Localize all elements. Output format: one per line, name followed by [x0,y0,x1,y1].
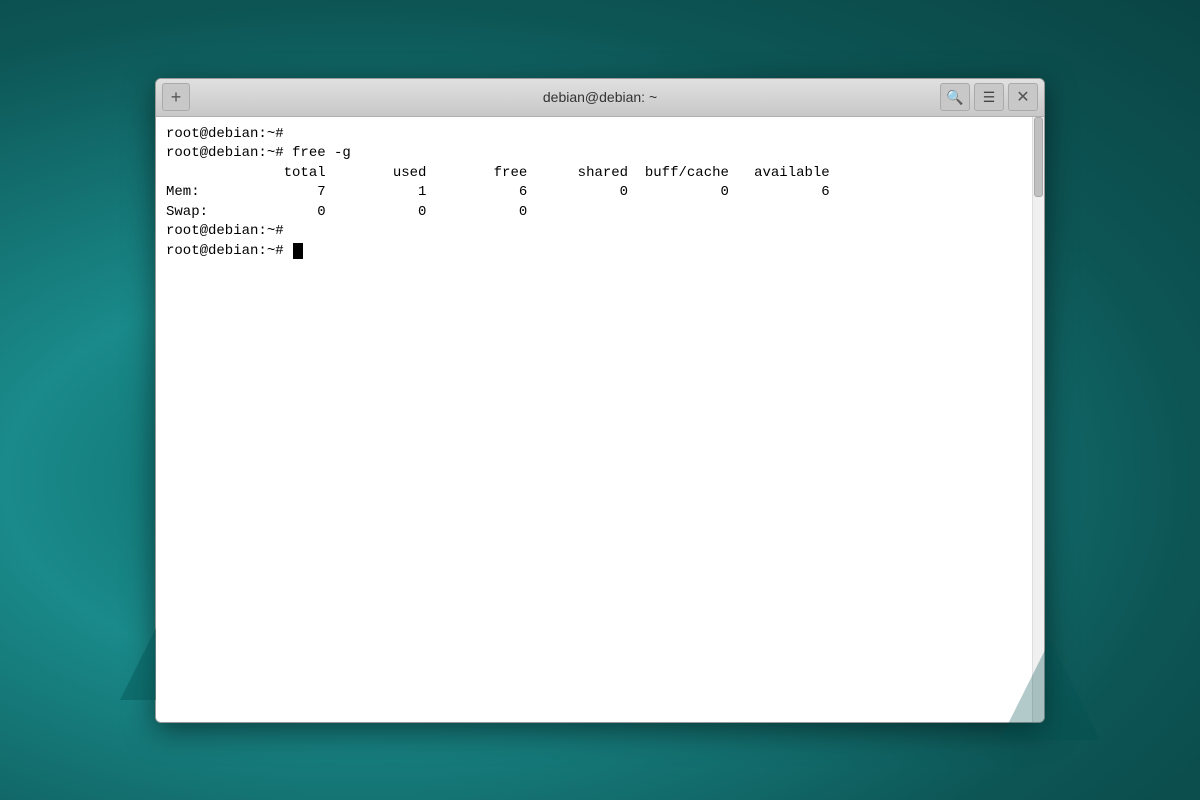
terminal-output: root@debian:~# root@debian:~# free -g to… [166,125,1034,262]
terminal-content[interactable]: root@debian:~# root@debian:~# free -g to… [156,117,1044,722]
close-icon: ✕ [1016,87,1029,107]
window-title: debian@debian: ~ [543,89,657,105]
menu-icon: ☰ [983,89,996,106]
title-bar-left: + [162,83,190,111]
new-tab-icon: + [171,88,182,106]
title-bar: + debian@debian: ~ 🔍 ☰ ✕ [156,79,1044,117]
search-button[interactable]: 🔍 [940,83,970,111]
scrollbar[interactable] [1032,117,1044,722]
new-tab-button[interactable]: + [162,83,190,111]
scrollbar-thumb[interactable] [1034,117,1043,197]
close-button[interactable]: ✕ [1008,83,1038,111]
terminal-window: + debian@debian: ~ 🔍 ☰ ✕ root@debian:~# … [155,78,1045,723]
search-icon: 🔍 [946,89,963,106]
terminal-cursor [293,243,303,259]
menu-button[interactable]: ☰ [974,83,1004,111]
title-bar-controls: 🔍 ☰ ✕ [940,83,1038,111]
